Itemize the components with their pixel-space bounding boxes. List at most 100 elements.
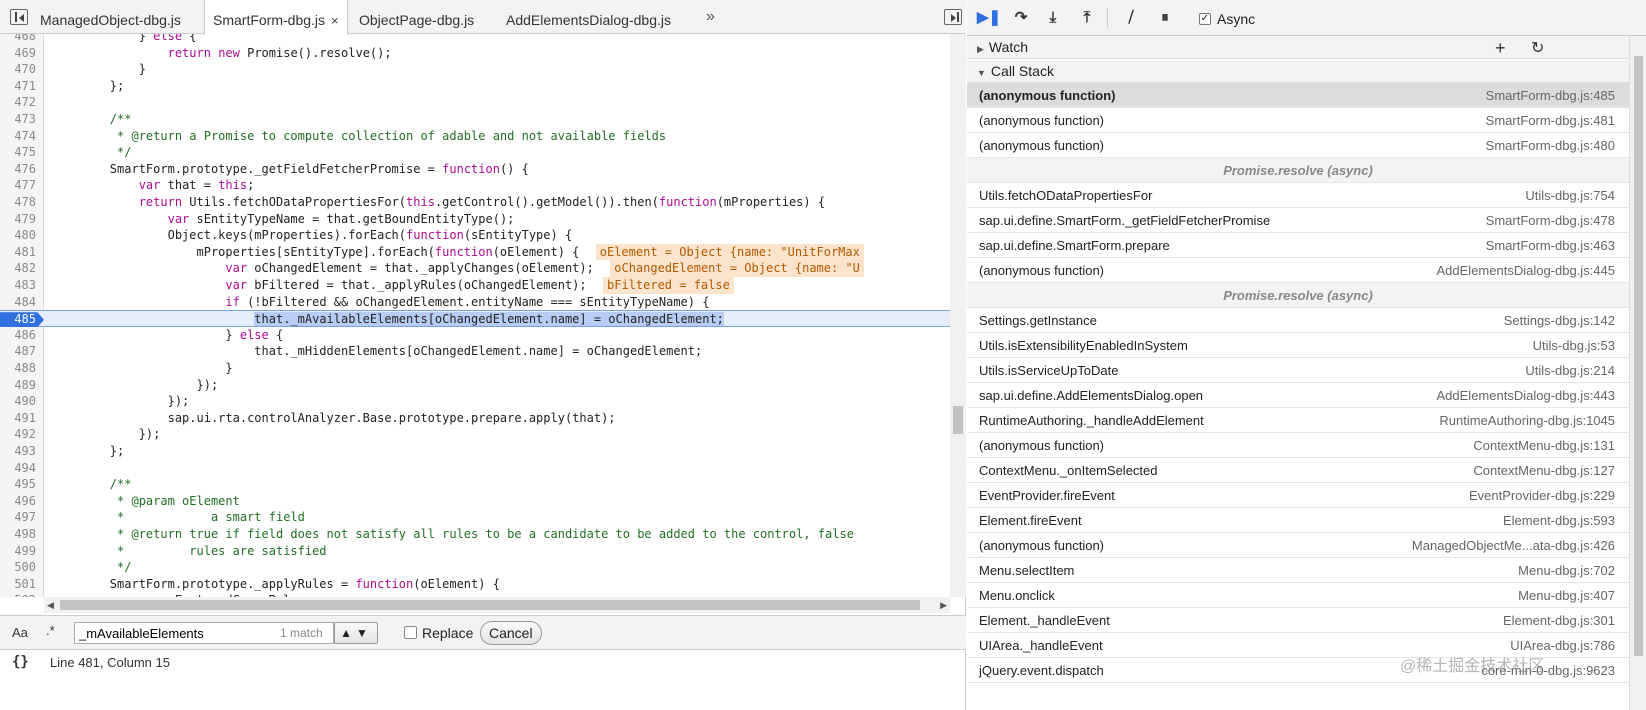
line-number[interactable]: 492 [0,426,36,443]
tab-smartform[interactable]: SmartForm-dbg.js × [204,0,348,35]
scroll-right-icon[interactable]: ▶ [940,600,947,611]
regex-toggle[interactable]: .* [46,623,55,638]
line-number[interactable]: 478 [0,194,36,211]
call-frame[interactable]: (anonymous function) ContextMenu-dbg.js:1… [967,433,1629,458]
code-line[interactable]: 496 * @param oElement [0,493,950,510]
code-line[interactable]: 484 if (!bFiltered && oChangedElement.en… [0,294,950,311]
frame-location-link[interactable]: Menu-dbg.js:702 [1518,558,1615,583]
code-line[interactable]: 487 that._mHiddenElements[oChangedElemen… [0,343,950,360]
code-line[interactable]: 495 /** [0,476,950,493]
code-line[interactable]: 474 * @return a Promise to compute colle… [0,128,950,145]
add-watch-icon[interactable]: + [1495,38,1506,59]
step-out-icon[interactable]: ⤒ [1077,9,1097,27]
code-line[interactable]: 479 var sEntityTypeName = that.getBoundE… [0,211,950,228]
line-number[interactable]: 480 [0,227,36,244]
code-line[interactable]: 485 that._mAvailableElements[oChangedEle… [0,310,950,328]
callstack-section-header[interactable]: ▼ Call Stack [967,60,1629,83]
call-frame[interactable]: Utils.isExtensibilityEnabledInSystem Util… [967,333,1629,358]
frame-location-link[interactable]: SmartForm-dbg.js:478 [1486,208,1615,233]
step-into-icon[interactable]: ⤓ [1043,9,1063,27]
vertical-scrollbar[interactable] [950,34,966,597]
call-frame[interactable]: Utils.fetchODataPropertiesFor Utils-dbg.j… [967,183,1629,208]
line-number[interactable]: 483 [0,277,36,294]
frame-location-link[interactable]: AddElementsDialog-dbg.js:445 [1437,258,1616,283]
frame-location-link[interactable]: SmartForm-dbg.js:485 [1486,83,1615,108]
code-line[interactable]: 497 * a smart field [0,509,950,526]
line-number[interactable]: 482 [0,260,36,277]
call-frame[interactable]: (anonymous function) ManagedObjectMe...at… [967,533,1629,558]
code-line[interactable]: 471 }; [0,78,950,95]
frame-location-link[interactable]: Utils-dbg.js:754 [1525,183,1615,208]
code-line[interactable]: 478 return Utils.fetchODataPropertiesFor… [0,194,950,211]
call-frame[interactable]: RuntimeAuthoring._handleAddElement Runtim… [967,408,1629,433]
call-frame[interactable]: (anonymous function) SmartForm-dbg.js:485 [967,83,1629,108]
line-number[interactable]: 497 [0,509,36,526]
code-editor[interactable]: 468 } else {469 return new Promise().res… [0,34,950,597]
code-line[interactable]: 493 }; [0,443,950,460]
frame-location-link[interactable]: Settings-dbg.js:142 [1504,308,1615,333]
toggle-debugger-icon[interactable] [944,9,962,25]
code-line[interactable]: 475 */ [0,144,950,161]
code-line[interactable]: 480 Object.keys(mProperties).forEach(fun… [0,227,950,244]
line-number[interactable]: 472 [0,94,36,111]
call-frame[interactable]: Menu.selectItem Menu-dbg.js:702 [967,558,1629,583]
replace-checkbox[interactable] [404,626,417,639]
line-number[interactable]: 494 [0,460,36,477]
code-line[interactable]: 477 var that = this; [0,177,950,194]
line-number[interactable]: 468 [0,34,36,45]
line-number[interactable]: 496 [0,493,36,510]
close-tab-icon[interactable]: × [331,13,339,28]
scrollbar-thumb[interactable] [1634,56,1643,656]
frame-location-link[interactable]: EventProvider-dbg.js:229 [1469,483,1615,508]
watch-section-header[interactable]: ▶ Watch [967,36,1629,59]
code-line[interactable]: 470 } [0,61,950,78]
tab-objectpage[interactable]: ObjectPage-dbg.js [359,0,474,34]
line-number[interactable]: 486 [0,327,36,344]
call-frame[interactable]: (anonymous function) SmartForm-dbg.js:480 [967,133,1629,158]
search-nav-buttons[interactable]: ▲▼ [334,622,378,644]
step-over-icon[interactable]: ↷ [1011,9,1031,27]
async-checkbox[interactable]: ✓ [1199,13,1211,25]
code-line[interactable]: 494 [0,460,950,477]
call-frame[interactable]: Element.fireEvent Element-dbg.js:593 [967,508,1629,533]
code-line[interactable]: 488 } [0,360,950,377]
frame-location-link[interactable]: AddElementsDialog-dbg.js:443 [1437,383,1616,408]
call-frame[interactable]: ContextMenu._onItemSelected ContextMenu-d… [967,458,1629,483]
pause-on-exceptions-icon[interactable]: ⏸ [1155,9,1175,27]
line-number[interactable]: 499 [0,543,36,560]
frame-location-link[interactable]: SmartForm-dbg.js:463 [1486,233,1615,258]
line-number[interactable]: 481 [0,244,36,261]
line-number[interactable]: 474 [0,128,36,145]
line-number[interactable]: 470 [0,61,36,78]
code-line[interactable]: 500 */ [0,559,950,576]
line-number[interactable]: 500 [0,559,36,576]
tab-addelementsdialog[interactable]: AddElementsDialog-dbg.js [506,0,671,34]
call-frame[interactable]: sap.ui.define.AddElementsDialog.open AddE… [967,383,1629,408]
frame-location-link[interactable]: SmartForm-dbg.js:481 [1486,108,1615,133]
line-number[interactable]: 484 [0,294,36,311]
frame-location-link[interactable]: ContextMenu-dbg.js:127 [1473,458,1615,483]
line-number[interactable]: 490 [0,393,36,410]
frame-location-link[interactable]: Menu-dbg.js:407 [1518,583,1615,608]
frame-location-link[interactable]: ManagedObjectMe...ata-dbg.js:426 [1412,533,1615,558]
line-number[interactable]: 487 [0,343,36,360]
frame-location-link[interactable]: SmartForm-dbg.js:480 [1486,133,1615,158]
code-line[interactable]: 486 } else { [0,327,950,344]
code-line[interactable]: 473 /** [0,111,950,128]
scrollbar-thumb[interactable] [60,600,920,610]
line-number[interactable]: 489 [0,377,36,394]
code-line[interactable]: 501 SmartForm.prototype._applyRules = fu… [0,576,950,593]
line-number[interactable]: 475 [0,144,36,161]
line-number[interactable]: 469 [0,45,36,62]
frame-location-link[interactable]: Utils-dbg.js:214 [1525,358,1615,383]
tab-managedobject[interactable]: ManagedObject-dbg.js [40,0,181,34]
code-line[interactable]: 476 SmartForm.prototype._getFieldFetcher… [0,161,950,178]
line-number[interactable]: 476 [0,161,36,178]
more-tabs-icon[interactable]: » [706,8,715,26]
deactivate-breakpoints-icon[interactable]: ⧸ [1121,9,1141,27]
code-line[interactable]: 472 [0,94,950,111]
call-frame[interactable]: (anonymous function) SmartForm-dbg.js:481 [967,108,1629,133]
code-line[interactable]: 481 mProperties[sEntityType].forEach(fun… [0,243,950,261]
code-line[interactable]: 483 var bFiltered = that._applyRules(oCh… [0,277,950,294]
frame-location-link[interactable]: Element-dbg.js:593 [1503,508,1615,533]
